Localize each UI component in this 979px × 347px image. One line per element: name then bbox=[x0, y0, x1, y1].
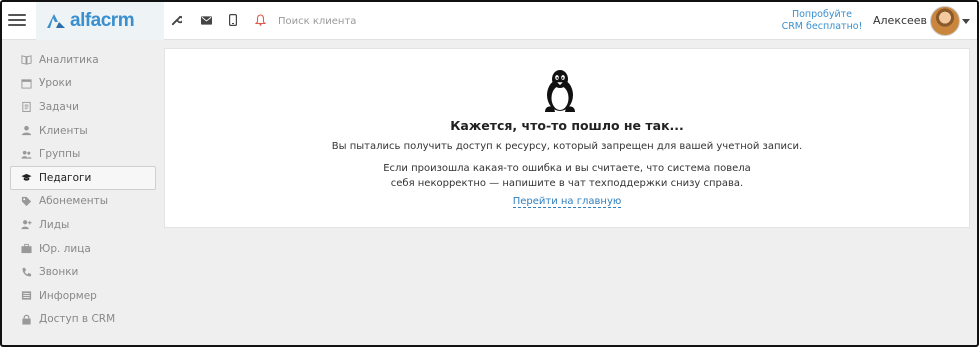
user-icon bbox=[19, 125, 33, 136]
sidebar-item-analytics[interactable]: Аналитика bbox=[10, 48, 156, 72]
envelope-icon[interactable] bbox=[198, 12, 214, 28]
go-home-link[interactable]: Перейти на главную bbox=[512, 196, 622, 208]
calendar-icon bbox=[19, 78, 33, 89]
sidebar-item-label: Уроки bbox=[39, 77, 72, 90]
logo-mark-icon bbox=[47, 14, 65, 28]
sidebar-item-label: Задачи bbox=[39, 100, 79, 113]
sidebar-item-label: Группы bbox=[39, 148, 81, 161]
try-crm-link[interactable]: Попробуйте CRM бесплатно! bbox=[780, 9, 864, 33]
sidebar-item-lessons[interactable]: Уроки bbox=[10, 72, 156, 96]
hamburger-icon[interactable] bbox=[8, 11, 26, 29]
sidebar-item-label: Звонки bbox=[39, 266, 79, 279]
error-help-line-1: Если произошла какая-то ошибка и вы счит… bbox=[383, 163, 751, 174]
phone-icon[interactable] bbox=[225, 12, 241, 28]
error-title: Кажется, что-то пошло не так... bbox=[450, 118, 684, 133]
logo[interactable]: alfacrm bbox=[36, 2, 164, 40]
bell-icon[interactable] bbox=[252, 12, 268, 28]
access-denied-panel: Кажется, что-то пошло не так... Вы пытал… bbox=[164, 48, 970, 228]
error-help-line-2: себя некорректно — напишите в чат техпод… bbox=[390, 178, 744, 189]
sidebar-item-groups[interactable]: Группы bbox=[10, 142, 156, 166]
top-header: alfacrm Попробуйте CRM бесплатно! Алексе… bbox=[2, 2, 977, 40]
book-icon bbox=[19, 54, 33, 65]
sidebar-item-leads[interactable]: Лиды bbox=[10, 213, 156, 237]
sidebar-item-label: Лиды bbox=[39, 218, 70, 231]
sidebar-item-label: Информер bbox=[39, 289, 97, 302]
logo-text: alfacrm bbox=[70, 10, 135, 31]
penguin-icon bbox=[545, 70, 575, 112]
users-icon bbox=[19, 149, 33, 160]
briefcase-icon bbox=[19, 243, 33, 254]
sidebar-item-label: Юр. лица bbox=[39, 242, 91, 255]
sidebar-item-subscriptions[interactable]: Абонементы bbox=[10, 190, 156, 214]
phone-call-icon bbox=[19, 267, 33, 278]
sidebar-item-tasks[interactable]: Задачи bbox=[10, 95, 156, 119]
sidebar-item-legal-entities[interactable]: Юр. лица bbox=[10, 237, 156, 261]
sidebar-item-teachers[interactable]: Педагоги bbox=[10, 165, 156, 190]
search-input[interactable] bbox=[278, 10, 578, 32]
error-help-text: Если произошла какая-то ошибка и вы счит… bbox=[165, 161, 969, 191]
sidebar-item-crm-access[interactable]: Доступ в CRM bbox=[10, 308, 156, 332]
lock-icon bbox=[19, 314, 33, 325]
graduation-cap-icon bbox=[19, 172, 33, 183]
promo-line-1: Попробуйте bbox=[791, 9, 853, 20]
home-link-wrap: Перейти на главную bbox=[165, 196, 969, 208]
sidebar-item-label: Аналитика bbox=[39, 53, 99, 66]
list-icon bbox=[19, 290, 33, 301]
user-plus-icon bbox=[19, 219, 33, 230]
wrench-icon[interactable] bbox=[168, 12, 184, 28]
promo-line-2: CRM бесплатно! bbox=[781, 21, 863, 32]
error-message: Вы пытались получить доступ к ресурсу, к… bbox=[331, 141, 803, 152]
sidebar-item-label: Педагоги bbox=[39, 171, 92, 184]
sidebar-item-informer[interactable]: Информер bbox=[10, 284, 156, 308]
clipboard-icon bbox=[19, 101, 33, 113]
sidebar: Аналитика Уроки Задачи Клиенты Группы Пе… bbox=[10, 48, 156, 331]
sidebar-item-calls[interactable]: Звонки bbox=[10, 260, 156, 284]
app-window: alfacrm Попробуйте CRM бесплатно! Алексе… bbox=[0, 0, 979, 347]
sidebar-item-label: Абонементы bbox=[39, 195, 109, 208]
user-name[interactable]: Алексеев bbox=[873, 14, 927, 27]
sidebar-item-label: Доступ в CRM bbox=[39, 313, 116, 326]
tag-icon bbox=[19, 196, 33, 207]
avatar[interactable] bbox=[930, 6, 960, 36]
sidebar-item-clients[interactable]: Клиенты bbox=[10, 119, 156, 143]
sidebar-item-label: Клиенты bbox=[39, 124, 88, 137]
chevron-down-icon[interactable] bbox=[962, 19, 970, 24]
